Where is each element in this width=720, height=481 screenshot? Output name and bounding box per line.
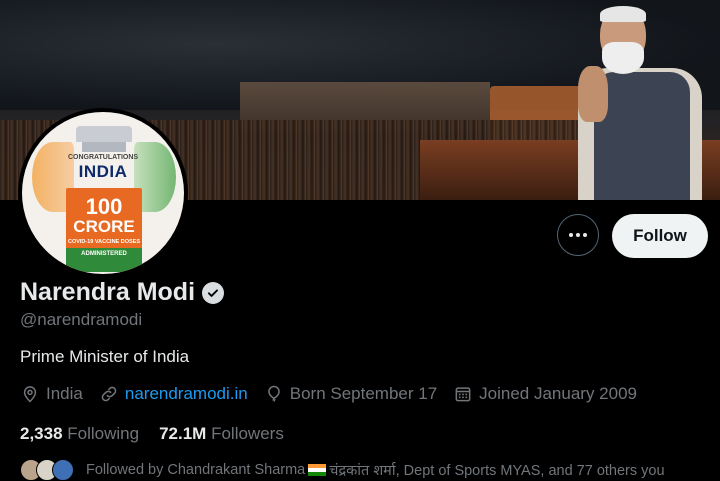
avatar-doses-text: COVID-19 VACCINE DOSES: [67, 239, 141, 245]
birthday-item: Born September 17: [264, 384, 437, 404]
avatar-crore-text: CRORE: [73, 217, 135, 236]
followers-stat[interactable]: 72.1M Followers: [159, 424, 284, 444]
username-handle: @narendramodi: [20, 310, 143, 329]
followers-count: 72.1M: [159, 424, 207, 443]
following-label: Following: [67, 424, 140, 443]
more-dots-icon: [569, 233, 573, 237]
followed-by-row[interactable]: Followed by Chandrakant Sharma चंद्रकांत…: [20, 459, 665, 481]
following-count: 2,338: [20, 424, 63, 443]
profile-meta: India narendramodi.in Born September 17 …: [20, 384, 637, 404]
follow-stats: 2,338 Following 72.1M Followers: [20, 424, 284, 444]
joined-text: Joined January 2009: [479, 384, 637, 403]
name-row: Narendra Modi: [20, 278, 225, 307]
joined-item: Joined January 2009: [453, 384, 637, 404]
profile-bio: Prime Minister of India: [20, 347, 190, 366]
profile-avatar[interactable]: CONGRATULATIONS INDIA 100 CRORE COVID-19…: [18, 108, 188, 278]
banner-person: [578, 6, 708, 200]
india-flag-icon: [308, 464, 327, 476]
verified-badge-icon[interactable]: [202, 281, 225, 304]
avatar-number-text: 100: [85, 194, 123, 219]
avatar-congrats-text: CONGRATULATIONS: [67, 154, 139, 161]
avatar-administered-text: ADMINISTERED: [81, 251, 127, 257]
birthday-text: Born September 17: [289, 384, 438, 403]
followed-by-prefix: Followed by Chandrakant Sharma: [86, 462, 306, 478]
website-item[interactable]: narendramodi.in: [99, 384, 248, 404]
location-item: India: [20, 384, 83, 404]
vaccine-vial-icon: [76, 126, 132, 142]
balloon-icon: [267, 385, 280, 402]
followers-label: Followers: [211, 424, 284, 443]
followed-by-suffix: चंद्रकांत शर्मा, Dept of Sports MYAS, an…: [329, 463, 665, 479]
following-stat[interactable]: 2,338 Following: [20, 424, 139, 444]
more-options-button[interactable]: [557, 214, 599, 256]
website-link[interactable]: narendramodi.in: [125, 384, 248, 404]
avatar-india-text: INDIA: [78, 162, 128, 181]
follow-button[interactable]: Follow: [612, 214, 708, 258]
link-icon: [101, 386, 117, 402]
display-name: Narendra Modi: [20, 278, 196, 306]
location-text: India: [46, 384, 83, 403]
location-pin-icon: [23, 386, 37, 403]
calendar-icon: [455, 387, 471, 402]
follower-avatar: [52, 459, 74, 481]
avatar-image: CONGRATULATIONS INDIA 100 CRORE COVID-19…: [22, 112, 184, 274]
